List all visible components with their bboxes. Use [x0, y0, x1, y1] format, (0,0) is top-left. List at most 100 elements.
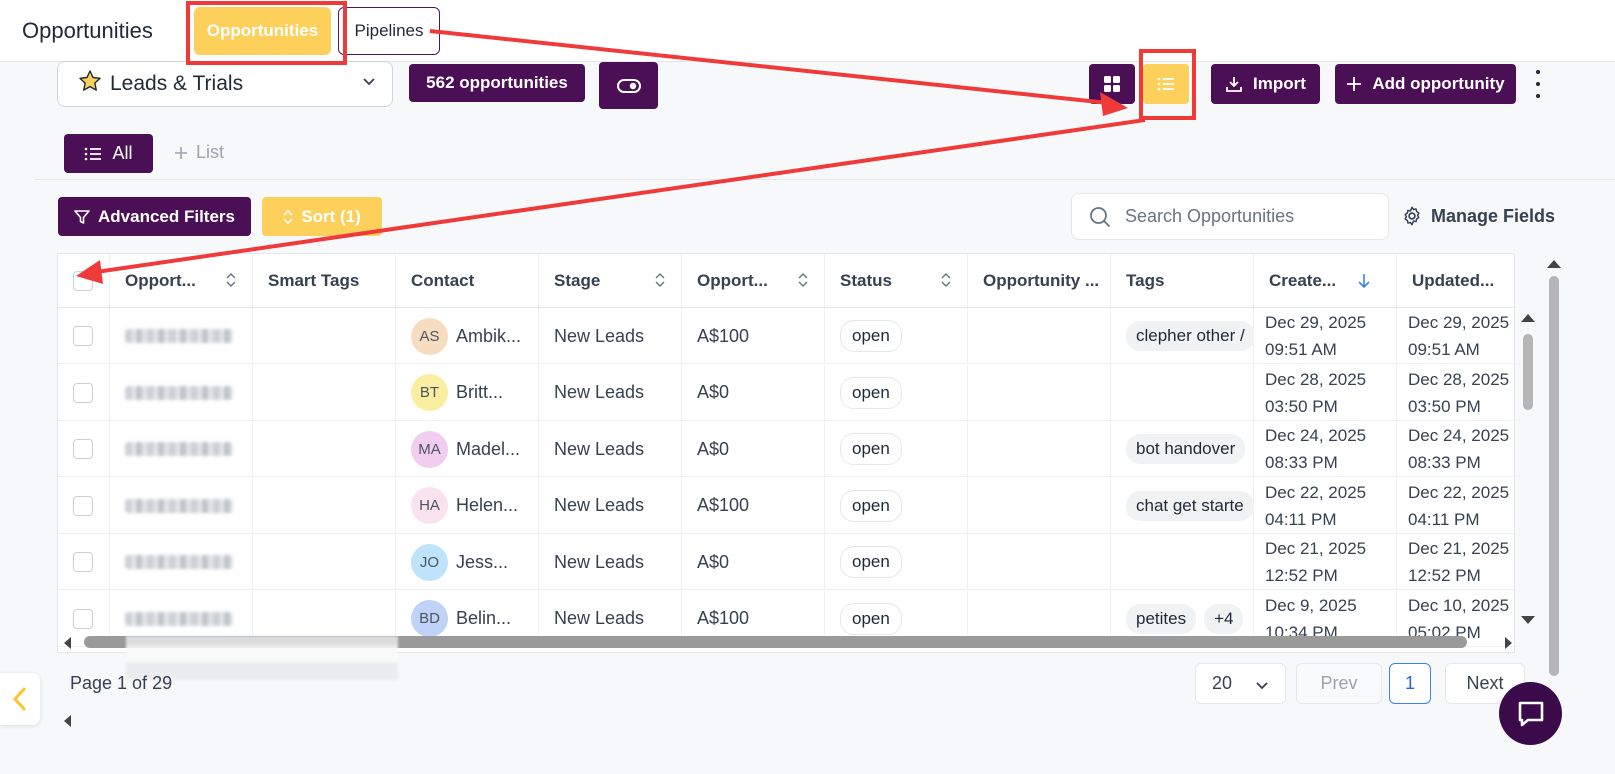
contact-cell[interactable]: MA Madel...: [396, 421, 539, 477]
pipeline-name: Leads & Trials: [110, 72, 244, 95]
opportunity-count-badge[interactable]: 562 opportunities: [409, 64, 585, 102]
opportunity-source-cell: [968, 308, 1111, 364]
tag-chip: +4: [1204, 603, 1244, 634]
created-cell: Dec 29, 2025 09:51 AM: [1254, 308, 1397, 364]
search-box[interactable]: [1071, 193, 1389, 240]
top-bar: Opportunities Opportunities Pipelines: [0, 0, 1615, 62]
contact-name[interactable]: Belin...: [456, 608, 511, 629]
column-opportunity-value[interactable]: Opport...: [682, 254, 825, 308]
column-status[interactable]: Status: [825, 254, 968, 308]
add-opportunity-button[interactable]: Add opportunity: [1335, 64, 1516, 104]
column-contact[interactable]: Contact: [396, 254, 539, 308]
smart-tags-cell: [253, 421, 396, 477]
column-stage[interactable]: Stage: [539, 254, 682, 308]
column-created[interactable]: Create...: [1254, 254, 1397, 308]
table-vertical-scrollbar[interactable]: [1523, 334, 1533, 410]
row-checkbox[interactable]: [73, 439, 93, 459]
chat-widget-button[interactable]: [1499, 682, 1562, 745]
updated-time: 03:50 PM: [1408, 396, 1481, 416]
created-time: 08:33 PM: [1265, 453, 1338, 472]
redacted-name: [125, 498, 233, 513]
select-all-checkbox[interactable]: [73, 271, 93, 291]
page-number-button[interactable]: 1: [1389, 663, 1431, 704]
prev-page-button[interactable]: Prev: [1296, 663, 1382, 704]
more-options-icon[interactable]: [1532, 70, 1544, 98]
grid-view-button[interactable]: [1089, 64, 1135, 104]
sort-arrows-icon[interactable]: [941, 272, 951, 288]
stage-cell: New Leads: [539, 477, 682, 534]
view-all-tab[interactable]: All: [64, 134, 153, 173]
page-scroll-up-icon[interactable]: [1546, 258, 1562, 270]
tab-opportunities[interactable]: Opportunities: [194, 7, 331, 55]
toggle-button[interactable]: [599, 62, 658, 109]
smart-tags-cell: [253, 308, 396, 364]
sort-arrows-icon[interactable]: [1514, 272, 1515, 288]
per-page-value: 20: [1212, 673, 1233, 693]
contact-cell[interactable]: AS Ambik...: [396, 308, 539, 364]
column-tags[interactable]: Tags: [1111, 254, 1254, 308]
scroll-up-icon[interactable]: [1520, 312, 1536, 324]
scroll-left-icon[interactable]: [62, 636, 74, 650]
stage-value: New Leads: [554, 551, 645, 572]
row-checkbox[interactable]: [73, 326, 93, 346]
scroll-left-icon[interactable]: [62, 714, 74, 728]
contact-name[interactable]: Madel...: [456, 439, 520, 460]
opportunity-name-cell[interactable]: [110, 477, 253, 534]
sort-button[interactable]: Sort (1): [262, 197, 382, 236]
contact-name[interactable]: Britt...: [456, 382, 503, 403]
opportunity-name-cell[interactable]: [110, 364, 253, 421]
updated-cell: Dec 28, 2025 03:50 PM: [1397, 365, 1514, 421]
tag-chip: petites: [1126, 603, 1197, 634]
stage-cell: New Leads: [539, 421, 682, 477]
column-opportunity-name[interactable]: Opport...: [110, 254, 253, 308]
contact-cell[interactable]: BT Britt...: [396, 364, 539, 421]
opportunity-name-cell[interactable]: [110, 421, 253, 477]
updated-cell: Dec 24, 2025 08:33 PM: [1397, 421, 1514, 477]
page-title: Opportunities: [22, 18, 153, 43]
table-row[interactable]: AS Ambik... New Leads A$100 open clepher othe…: [58, 308, 1514, 364]
column-smart-tags[interactable]: Smart Tags: [253, 254, 396, 308]
column-opportunity-source[interactable]: Opportunity ...: [968, 254, 1111, 308]
list-view-button[interactable]: [1143, 64, 1189, 104]
opportunity-name-cell[interactable]: [110, 308, 253, 364]
updated-cell: Dec 29, 2025 09:51 AM: [1397, 308, 1514, 364]
column-updated[interactable]: Updated...: [1397, 254, 1515, 308]
column-label: Create...: [1269, 271, 1337, 290]
sort-arrows-icon[interactable]: [798, 272, 808, 288]
table-row[interactable]: BT Britt... New Leads A$0 open Dec 28, 2025 03…: [58, 364, 1514, 421]
contact-cell[interactable]: JO Jess...: [396, 534, 539, 590]
page-vertical-scrollbar[interactable]: [1549, 276, 1559, 676]
tab-pipelines[interactable]: Pipelines: [338, 7, 440, 55]
search-input[interactable]: [1125, 206, 1365, 227]
row-checkbox[interactable]: [73, 382, 93, 403]
import-button[interactable]: Import: [1211, 64, 1320, 104]
manage-fields-button[interactable]: Manage Fields: [1401, 205, 1555, 227]
contact-name[interactable]: Ambik...: [456, 326, 521, 347]
sort-arrows-icon[interactable]: [226, 272, 236, 288]
add-list-button[interactable]: List: [174, 142, 224, 163]
sort-arrows-icon[interactable]: [655, 272, 665, 288]
scroll-right-icon[interactable]: [1502, 636, 1514, 650]
advanced-filters-button[interactable]: Advanced Filters: [58, 197, 251, 236]
pipeline-select[interactable]: Leads & Trials: [57, 61, 393, 107]
contact-name[interactable]: Jess...: [456, 552, 508, 573]
row-checkbox[interactable]: [73, 495, 93, 516]
contact-cell[interactable]: HA Helen...: [396, 477, 539, 534]
avatar: BD: [411, 600, 448, 637]
contact-name[interactable]: Helen...: [456, 495, 518, 516]
row-checkbox[interactable]: [73, 552, 93, 572]
arrow-down-icon[interactable]: [1358, 273, 1370, 289]
table-row[interactable]: JO Jess... New Leads A$0 open Dec 21, 2025 12:…: [58, 534, 1514, 590]
table-row[interactable]: HA Helen... New Leads A$100 open chat get sta…: [58, 477, 1514, 534]
collapse-sidebar-button[interactable]: [0, 673, 40, 725]
updated-date: Dec 28, 2025: [1408, 369, 1510, 389]
scroll-down-icon[interactable]: [1520, 614, 1536, 626]
per-page-select[interactable]: 20: [1195, 663, 1286, 704]
avatar: AS: [411, 317, 448, 355]
smart-tags-cell: [253, 364, 396, 421]
row-checkbox[interactable]: [73, 608, 93, 629]
updated-time: 09:51 AM: [1408, 340, 1480, 359]
column-label: Opport...: [697, 271, 768, 290]
opportunity-name-cell[interactable]: [110, 534, 253, 590]
table-row[interactable]: MA Madel... New Leads A$0 open bot handover De…: [58, 421, 1514, 477]
